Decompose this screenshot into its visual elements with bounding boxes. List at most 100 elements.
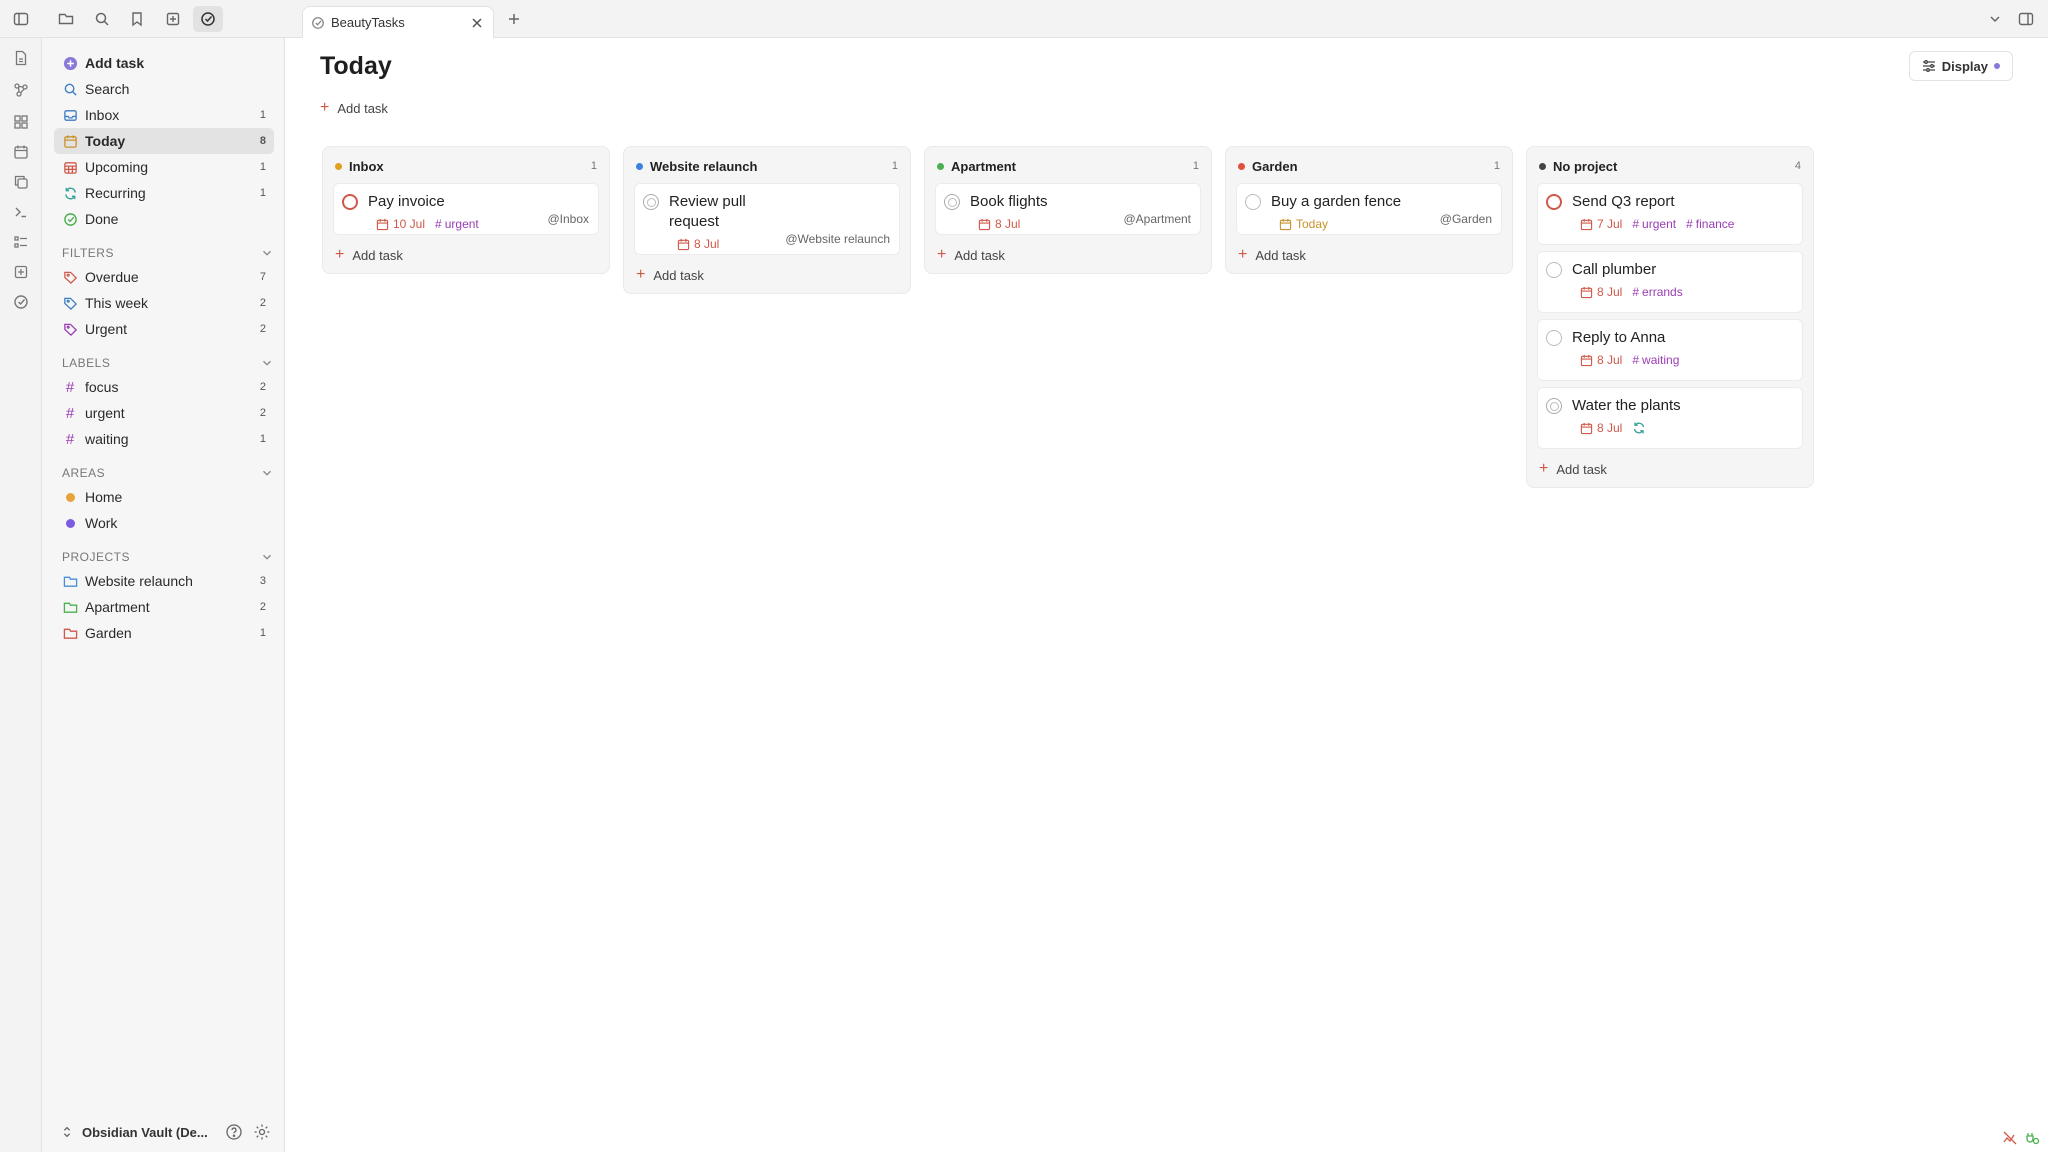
sidebar-item-upcoming[interactable]: Upcoming 1 xyxy=(54,154,274,180)
sidebar-item-search[interactable]: Search xyxy=(54,76,274,102)
labels-section-header[interactable]: LABELS xyxy=(62,354,274,372)
tab-label: BeautyTasks xyxy=(331,15,405,30)
task-card[interactable]: Send Q3 report 7 Jul # urgent # finance xyxy=(1537,183,1803,245)
vault-footer: Obsidian Vault (De... xyxy=(42,1112,285,1152)
task-context: @Apartment xyxy=(1123,212,1191,226)
chevron-down-icon[interactable] xyxy=(260,356,274,370)
task-card[interactable]: Pay invoice 10 Jul # urgent @Inbox xyxy=(333,183,599,235)
task-title: Book flights xyxy=(970,193,1048,210)
task-title: Send Q3 report xyxy=(1572,193,1675,210)
new-tab-icon[interactable] xyxy=(504,9,524,29)
chevron-down-icon[interactable] xyxy=(260,246,274,260)
task-tag[interactable]: # errands xyxy=(1632,285,1682,299)
column-header: Apartment 1 xyxy=(935,155,1201,177)
tag-icon xyxy=(62,321,78,337)
column-add-task[interactable]: + Add task xyxy=(333,245,599,265)
task-card[interactable]: Book flights 8 Jul @Apartment xyxy=(935,183,1201,235)
task-checkbox[interactable] xyxy=(1546,194,1562,210)
areas-section-header[interactable]: AREAS xyxy=(62,464,274,482)
plugin-status-icon[interactable] xyxy=(2024,1130,2040,1146)
sidebar-add-task[interactable]: Add task xyxy=(54,50,274,76)
sidebar-item-recurring[interactable]: Recurring 1 xyxy=(54,180,274,206)
close-tab-icon[interactable] xyxy=(469,15,485,31)
help-icon[interactable] xyxy=(225,1123,243,1141)
task-date: 8 Jul xyxy=(1580,421,1622,435)
add-note-icon[interactable] xyxy=(11,262,31,282)
column-add-task[interactable]: + Add task xyxy=(1236,245,1502,265)
plus-icon: + xyxy=(335,246,345,263)
chevron-down-icon[interactable] xyxy=(1985,9,2005,29)
sidebar-item-project-website-relaunch[interactable]: Website relaunch 3 xyxy=(54,568,274,594)
list-icon[interactable] xyxy=(11,232,31,252)
display-button[interactable]: Display xyxy=(1908,51,2013,81)
search-icon[interactable] xyxy=(92,9,112,29)
task-checkbox[interactable] xyxy=(1245,194,1261,210)
task-tag[interactable]: # urgent xyxy=(435,217,479,231)
left-ribbon xyxy=(0,38,42,1152)
task-card[interactable]: Call plumber 8 Jul # errands xyxy=(1537,251,1803,313)
task-checkbox[interactable] xyxy=(944,194,960,210)
filters-section-header[interactable]: FILTERS xyxy=(62,244,274,262)
hash-icon: # xyxy=(65,404,75,422)
settings-gear-icon[interactable] xyxy=(253,1123,271,1141)
task-tag[interactable]: # finance xyxy=(1686,217,1734,231)
bookmark-icon[interactable] xyxy=(127,9,147,29)
tasks-icon[interactable] xyxy=(11,292,31,312)
task-card[interactable]: Water the plants 8 Jul xyxy=(1537,387,1803,449)
sidebar-item-area-work[interactable]: Work xyxy=(54,510,274,536)
folder-icon[interactable] xyxy=(56,9,76,29)
column-add-task[interactable]: + Add task xyxy=(634,265,900,285)
sidebar-item-urgent[interactable]: Urgent 2 xyxy=(54,316,274,342)
projects-section-header[interactable]: PROJECTS xyxy=(62,548,274,566)
calendar-icon[interactable] xyxy=(11,142,31,162)
task-checkbox[interactable] xyxy=(1546,398,1562,414)
document-icon[interactable] xyxy=(11,48,31,68)
hash-icon: # xyxy=(65,378,75,396)
task-checkbox[interactable] xyxy=(643,194,659,210)
task-checkbox[interactable] xyxy=(1546,262,1562,278)
task-date: 8 Jul xyxy=(1580,353,1622,367)
graph-icon[interactable] xyxy=(11,80,31,100)
sidebar-item-label-waiting[interactable]: # waiting 1 xyxy=(54,426,274,452)
sidebar-item-inbox[interactable]: Inbox 1 xyxy=(54,102,274,128)
tab-beautytasks[interactable]: BeautyTasks xyxy=(302,6,494,38)
plus-icon: + xyxy=(1238,246,1248,263)
task-date: 7 Jul xyxy=(1580,217,1622,231)
sidebar-item-project-apartment[interactable]: Apartment 2 xyxy=(54,594,274,620)
task-title: Water the plants xyxy=(1572,397,1681,414)
dashboard-icon[interactable] xyxy=(11,112,31,132)
task-card[interactable]: Buy a garden fence Today @Garden xyxy=(1236,183,1502,235)
check-circle-icon xyxy=(62,211,78,227)
sidebar-item-area-home[interactable]: Home xyxy=(54,484,274,510)
task-card[interactable]: Reply to Anna 8 Jul # waiting xyxy=(1537,319,1803,381)
sidebar-item-today[interactable]: Today 8 xyxy=(54,128,274,154)
task-title: Pay invoice xyxy=(368,193,445,210)
sidebar-item-this-week[interactable]: This week 2 xyxy=(54,290,274,316)
chevron-updown-icon[interactable] xyxy=(60,1125,74,1139)
sidebar-item-done[interactable]: Done xyxy=(54,206,274,232)
task-tag[interactable]: # waiting xyxy=(1632,353,1679,367)
column-add-task[interactable]: + Add task xyxy=(935,245,1201,265)
board-column-garden: Garden 1 Buy a garden fence Today @Garde… xyxy=(1225,146,1513,274)
column-add-task[interactable]: + Add task xyxy=(1537,459,1803,479)
add-task-button[interactable]: + Add task xyxy=(320,100,388,116)
task-checkbox[interactable] xyxy=(342,194,358,210)
new-note-icon[interactable] xyxy=(163,9,183,29)
sync-off-icon[interactable] xyxy=(2002,1130,2018,1146)
vault-switcher[interactable]: Obsidian Vault (De... xyxy=(82,1125,215,1140)
copy-icon[interactable] xyxy=(11,172,31,192)
terminal-icon[interactable] xyxy=(11,202,31,222)
tasks-check-icon[interactable] xyxy=(193,6,223,32)
recurring-icon xyxy=(1632,421,1646,435)
task-tag[interactable]: # urgent xyxy=(1632,217,1676,231)
toggle-right-sidebar-icon[interactable] xyxy=(2016,9,2036,29)
toggle-sidebar-icon[interactable] xyxy=(11,9,31,29)
sidebar-item-label-focus[interactable]: # focus 2 xyxy=(54,374,274,400)
chevron-down-icon[interactable] xyxy=(260,550,274,564)
task-checkbox[interactable] xyxy=(1546,330,1562,346)
sidebar-item-label-urgent[interactable]: # urgent 2 xyxy=(54,400,274,426)
task-card[interactable]: Review pull request 8 Jul @Website relaun… xyxy=(634,183,900,255)
sidebar-item-project-garden[interactable]: Garden 1 xyxy=(54,620,274,646)
chevron-down-icon[interactable] xyxy=(260,466,274,480)
sidebar-item-overdue[interactable]: Overdue 7 xyxy=(54,264,274,290)
